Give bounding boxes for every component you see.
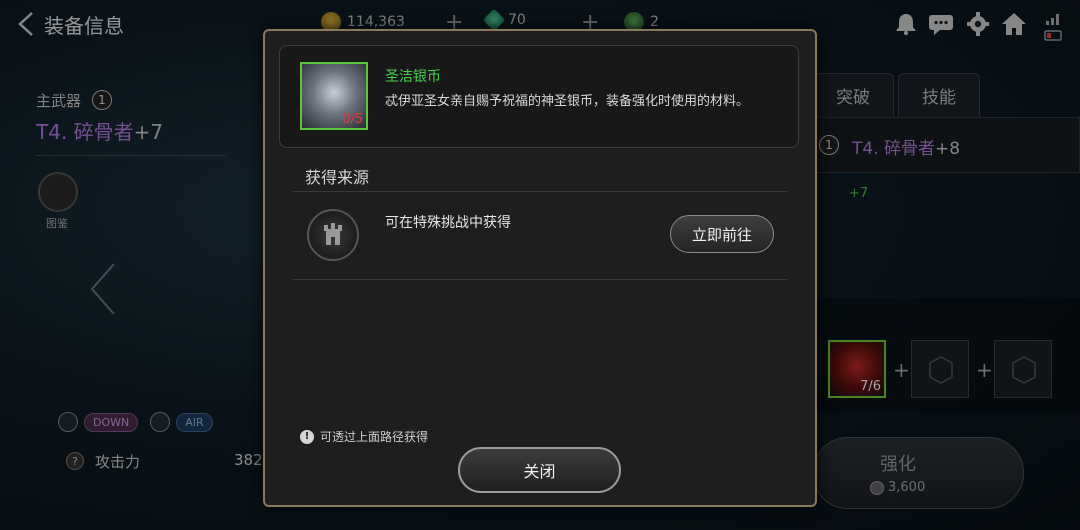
info-icon: !: [300, 429, 314, 444]
go-now-button[interactable]: 立即前往: [670, 215, 774, 253]
item-description: 忒伊亚圣女亲自赐予祝福的神圣银币，装备强化时使用的材料。: [385, 94, 750, 109]
item-name: 圣洁银币: [385, 69, 441, 85]
challenge-tower-icon: [307, 209, 359, 261]
divider: [293, 191, 787, 192]
silver-coin-item-icon: 0/5: [300, 62, 368, 130]
close-button[interactable]: 关闭: [458, 447, 621, 493]
source-text: 可在特殊挑战中获得: [385, 215, 511, 231]
item-count: 0/5: [342, 112, 363, 127]
divider: [293, 279, 787, 280]
hint-text: 可透过上面路径获得: [320, 430, 429, 444]
hint: ! 可透过上面路径获得: [300, 428, 428, 445]
source-title: 获得来源: [305, 168, 370, 187]
